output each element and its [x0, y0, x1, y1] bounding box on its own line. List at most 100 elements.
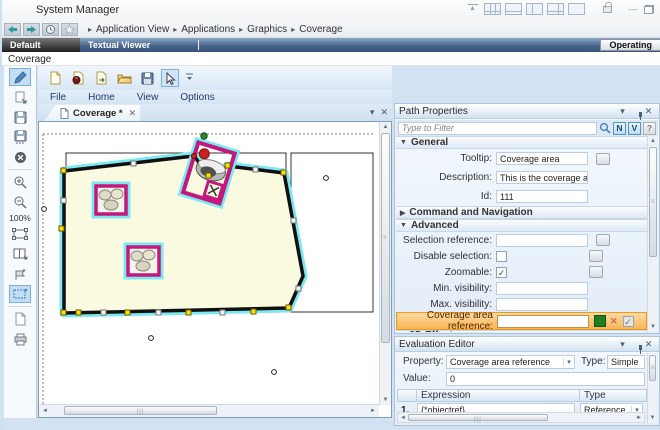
horizontal-scroll-thumb[interactable]: |||	[64, 406, 217, 415]
tab-default[interactable]: Default	[2, 38, 80, 52]
save-document-button[interactable]	[138, 69, 156, 87]
evaluation-vertical-scrollbar[interactable]: ≡ ▼	[647, 353, 657, 423]
menu-home[interactable]: Home	[88, 92, 115, 103]
disable-selection-checkbox[interactable]	[496, 251, 507, 262]
selection-reference-input[interactable]	[496, 234, 588, 247]
scroll-up-icon[interactable]: ▲	[380, 124, 391, 130]
close-panel-icon[interactable]: ✕	[642, 106, 655, 117]
scroll-left-icon[interactable]: ◄	[400, 415, 406, 421]
layout-quad-icon[interactable]	[547, 3, 564, 15]
breadcrumb-item-coverage[interactable]: Coverage	[299, 24, 342, 35]
print-button[interactable]	[9, 330, 31, 348]
filter-help-button[interactable]: ?	[643, 122, 656, 135]
section-advanced[interactable]: ▼Advanced	[396, 219, 647, 232]
breadcrumb-item-application-view[interactable]: Application View	[96, 24, 169, 35]
selection-reference-evaluate-button[interactable]	[596, 234, 610, 246]
id-input[interactable]: 111	[496, 190, 588, 203]
canvas-vertical-scrollbar[interactable]: ▲ ≡ ▼	[379, 122, 391, 405]
rotation-handle[interactable]	[201, 133, 207, 139]
new-document-button[interactable]	[46, 69, 64, 87]
viewport-tool-button[interactable]	[9, 285, 31, 303]
filter-name-button[interactable]: N	[613, 122, 626, 135]
zoom-in-button[interactable]	[9, 173, 31, 191]
tooltip-input[interactable]: Coverage area	[496, 152, 588, 165]
scroll-down-icon[interactable]: ▼	[648, 324, 658, 330]
zoomable-checkbox[interactable]: ✓	[496, 267, 507, 278]
zoom-out-button[interactable]	[9, 193, 31, 211]
breadcrumb-item-graphics[interactable]: Graphics	[247, 24, 287, 35]
filter-input[interactable]: Type to Filter	[398, 122, 597, 135]
close-panel-icon[interactable]: ✕	[642, 339, 655, 350]
color-swatch-button[interactable]	[594, 315, 606, 327]
scroll-right-icon[interactable]: ►	[370, 408, 376, 414]
plant-image-2[interactable]	[126, 245, 161, 277]
tab-textual-viewer[interactable]: Textual Viewer	[80, 38, 162, 52]
value-field[interactable]: 0	[446, 372, 645, 386]
zoom-level-button[interactable]: 100%	[4, 213, 36, 223]
path-properties-titlebar[interactable]: Path Properties ▾ ✕	[395, 104, 659, 119]
section-general[interactable]: ▼General	[396, 136, 647, 149]
tab-coverage[interactable]: Coverage * ✕	[44, 105, 140, 121]
search-icon[interactable]	[599, 122, 611, 134]
properties-scrollbar[interactable]: ▲ ≡ ▼	[647, 136, 658, 332]
tab-list-dropdown-icon[interactable]: ▾	[370, 107, 375, 118]
forward-button[interactable]	[23, 23, 40, 36]
scroll-left-icon[interactable]: ◄	[42, 408, 48, 414]
select-tool-button[interactable]	[161, 69, 179, 87]
confirm-reference-checkbox[interactable]: ✓	[623, 316, 634, 327]
fit-to-view-button[interactable]	[9, 225, 31, 243]
evaluation-horizontal-scrollbar[interactable]: ◄ ||| ►	[397, 412, 645, 423]
edit-mode-button[interactable]	[9, 68, 31, 86]
dropdown-arrow-icon[interactable]: ▾	[563, 358, 574, 366]
coverage-area-reference-input[interactable]	[497, 315, 589, 328]
scroll-thumb[interactable]: ≡	[649, 147, 657, 257]
section-command-navigation[interactable]: ▶Command and Navigation	[396, 206, 647, 219]
minimize-button[interactable]: —	[626, 4, 640, 14]
operating-mode-button[interactable]: Operating	[600, 39, 660, 51]
type-field[interactable]: Simple	[607, 355, 645, 369]
disable-selection-evaluate-button[interactable]	[589, 250, 603, 262]
type-column-header[interactable]: Type	[580, 389, 647, 402]
import-page-button[interactable]	[9, 88, 31, 106]
panel-menu-icon[interactable]: ▾	[616, 106, 629, 117]
description-input[interactable]: This is the coverage area of th	[496, 171, 588, 184]
panel-menu-icon[interactable]: ▾	[616, 339, 629, 350]
restore-button[interactable]	[644, 5, 654, 14]
open-folder-button[interactable]	[115, 69, 133, 87]
split-view-button[interactable]	[9, 245, 31, 263]
menu-file[interactable]: File	[50, 92, 66, 103]
scroll-thumb[interactable]: ≡	[649, 355, 656, 381]
drawing-canvas[interactable]: ▲ ≡ ▼ ◄ ||| ►	[38, 121, 392, 418]
scroll-up-icon[interactable]: ▲	[648, 138, 658, 144]
vertex-handle-red[interactable]	[191, 153, 196, 158]
save-button[interactable]	[9, 108, 31, 126]
min-visibility-input[interactable]	[496, 282, 588, 295]
save-as-button[interactable]	[9, 128, 31, 146]
section-3d-effects[interactable]: ▶3D Effects	[396, 330, 647, 332]
new-from-template-button[interactable]	[69, 69, 87, 87]
open-page-button[interactable]	[92, 69, 110, 87]
scroll-thumb[interactable]: |||	[408, 414, 548, 421]
page-setup-button[interactable]	[9, 310, 31, 328]
coverage-drawing[interactable]	[39, 122, 379, 405]
menu-view[interactable]: View	[137, 92, 159, 103]
toolbar-overflow-icon[interactable]	[186, 73, 193, 83]
collapse-panel-icon[interactable]	[466, 3, 480, 15]
close-tab-icon[interactable]: ✕	[129, 108, 137, 119]
layout-grid-icon[interactable]	[484, 3, 501, 15]
property-dropdown[interactable]: Coverage area reference ▾	[446, 355, 575, 369]
breadcrumb-item-applications[interactable]: Applications	[181, 24, 235, 35]
plant-image-1[interactable]	[94, 184, 128, 216]
scroll-down-icon[interactable]: ▼	[380, 397, 391, 403]
scroll-right-icon[interactable]: ►	[636, 415, 642, 421]
evaluation-editor-titlebar[interactable]: Evaluation Editor ▾ ✕	[395, 337, 659, 352]
tooltip-evaluate-button[interactable]	[596, 153, 610, 165]
menu-options[interactable]: Options	[180, 92, 214, 103]
canvas-horizontal-scrollbar[interactable]: ◄ ||| ►	[39, 404, 379, 417]
layout-single-icon[interactable]	[568, 3, 585, 15]
expression-column-header[interactable]: Expression	[417, 389, 580, 402]
filter-value-button[interactable]: V	[628, 122, 641, 135]
vertical-scroll-thumb[interactable]: ≡	[381, 133, 390, 343]
zoomable-evaluate-button[interactable]	[589, 266, 603, 278]
back-button[interactable]	[4, 23, 21, 36]
